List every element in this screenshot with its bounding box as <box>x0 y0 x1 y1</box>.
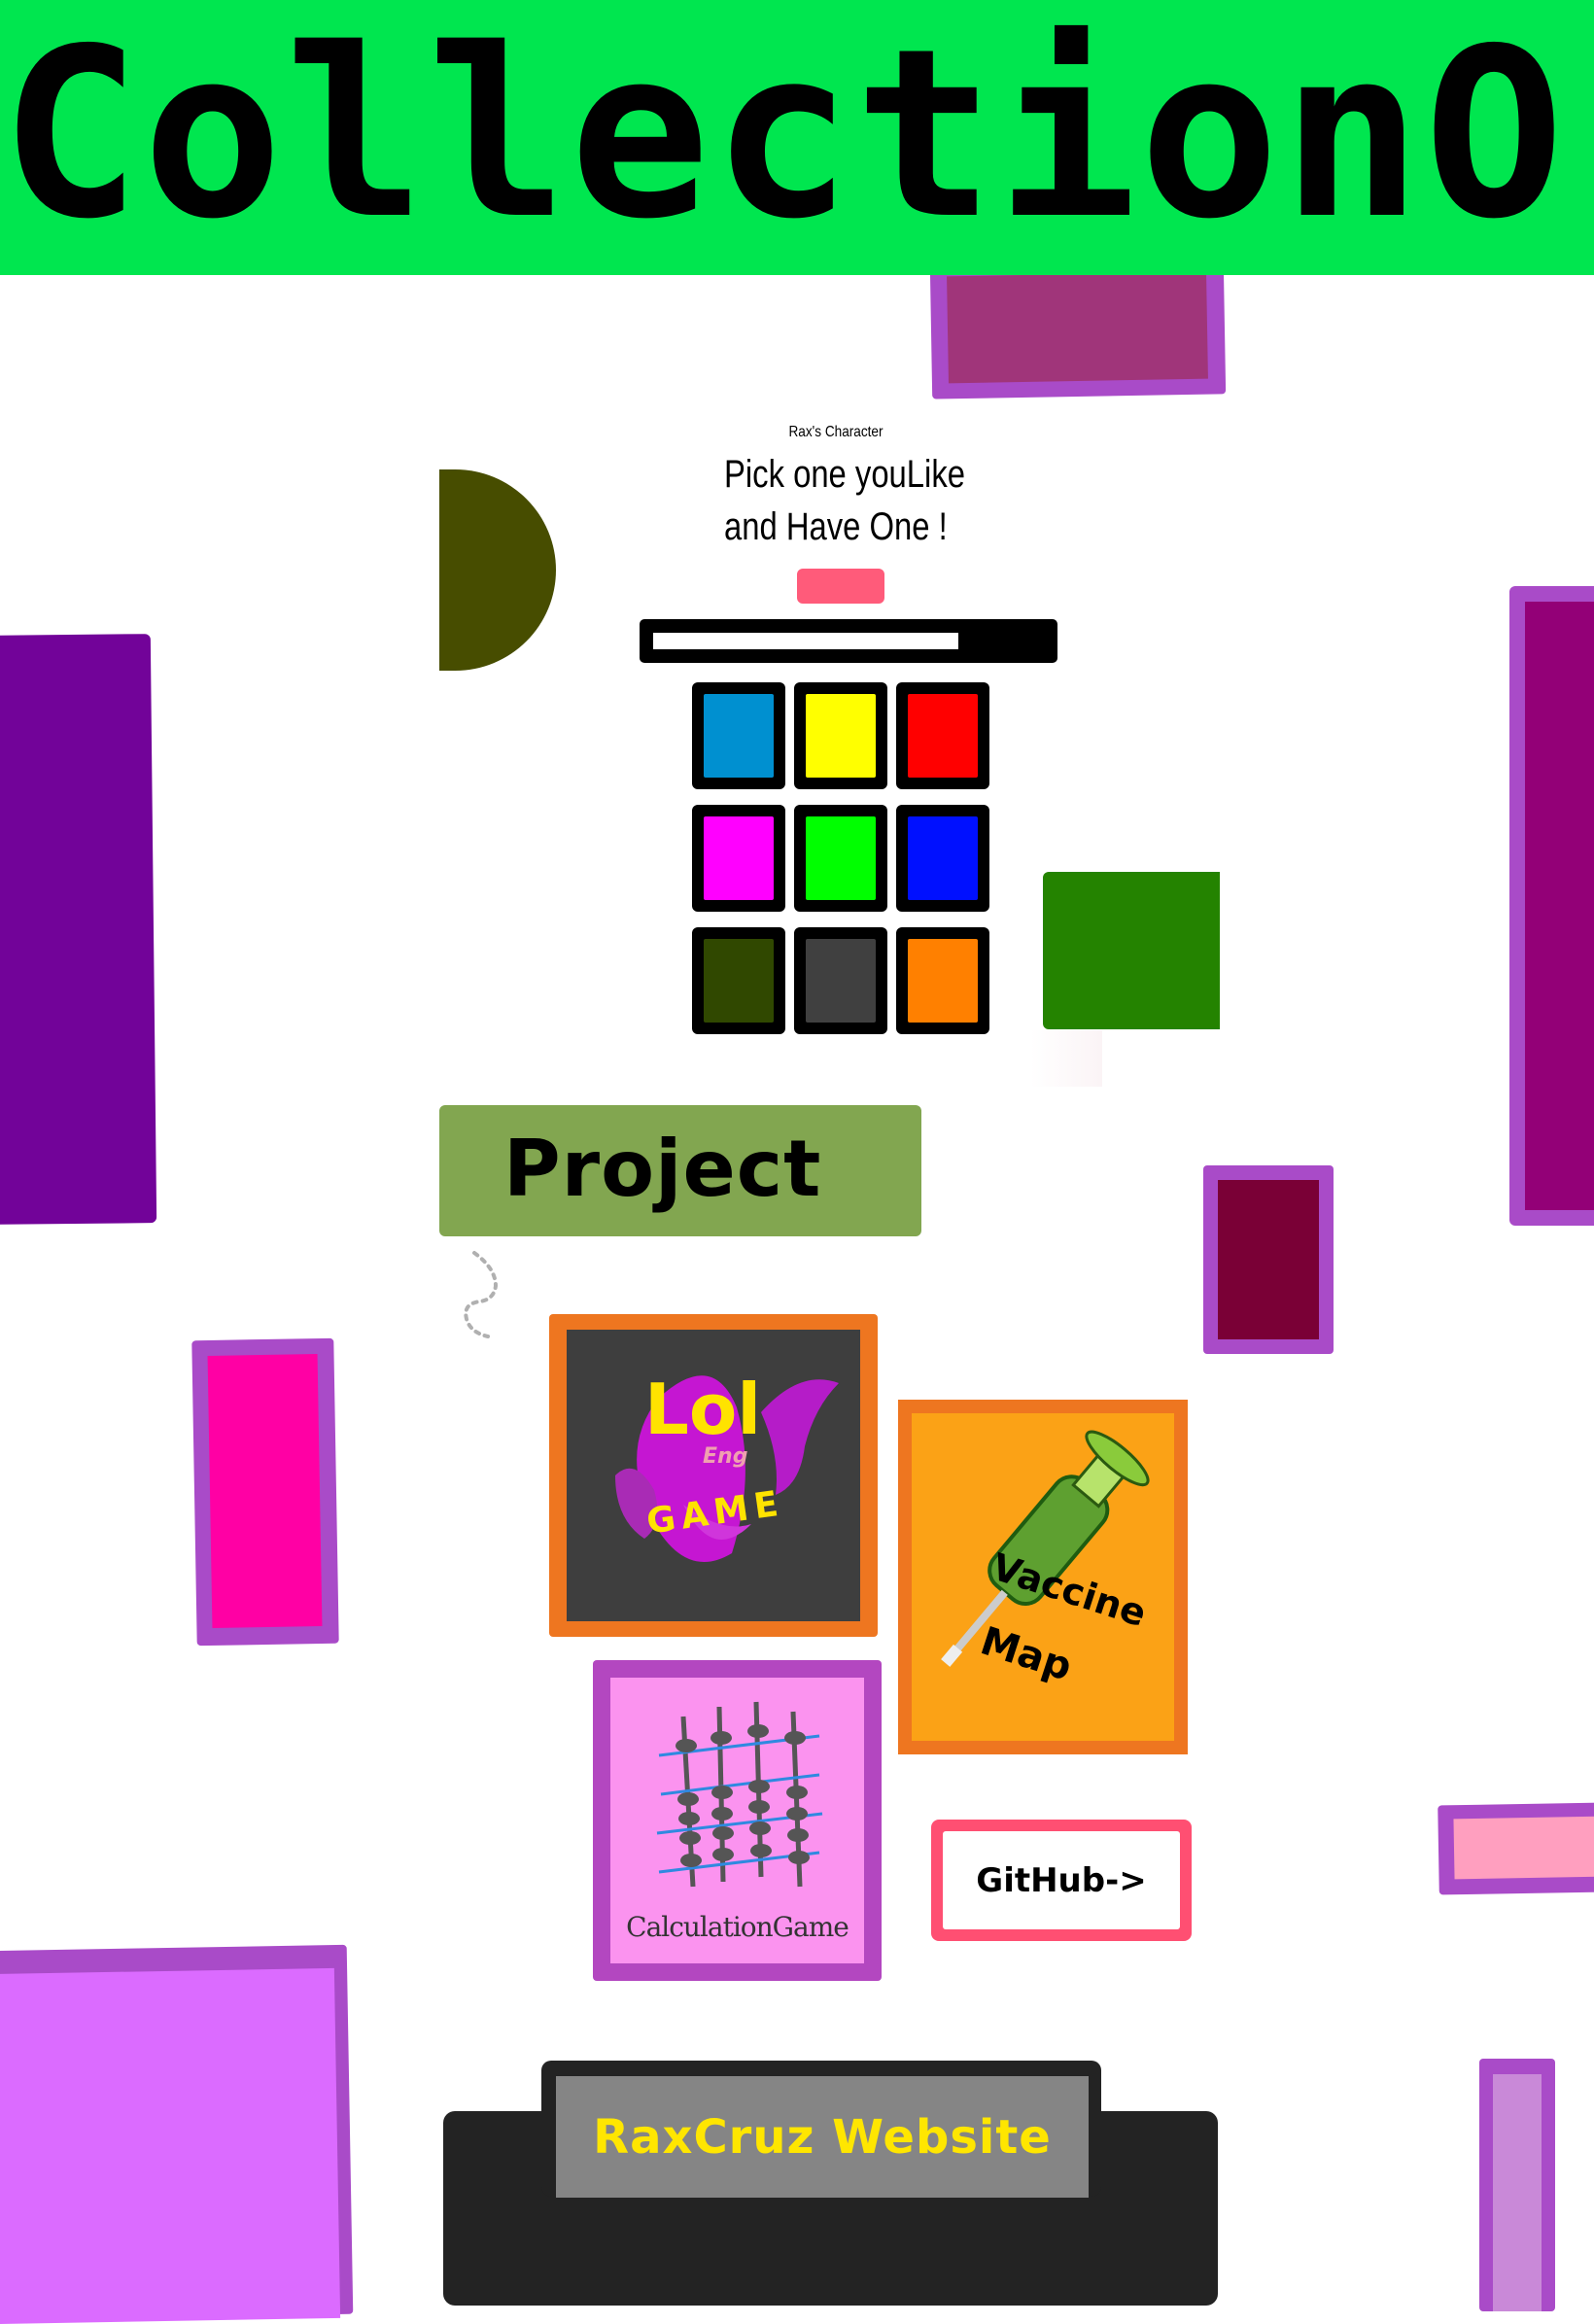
color-swatch-fill <box>908 694 978 778</box>
deco-rect-pink-left-inner <box>207 1354 323 1628</box>
color-swatch-fill <box>704 816 774 900</box>
project-card-vaccine-map[interactable]: Vaccine Map <box>898 1400 1188 1754</box>
loading-dots-icon <box>464 1251 499 1338</box>
color-swatch-deep-blue[interactable] <box>896 805 989 912</box>
color-swatch-magenta[interactable] <box>692 805 785 912</box>
color-swatch-fill <box>806 816 876 900</box>
deco-faint-fade <box>1030 1030 1102 1087</box>
header-bar: CollectionO <box>0 0 1594 275</box>
color-swatch-fill <box>908 816 978 900</box>
pick-headline-line-2: and Have One ! <box>724 505 948 548</box>
color-swatch-orange[interactable] <box>896 927 989 1034</box>
color-swatch-fill <box>806 694 876 778</box>
project-title: Project <box>503 1124 822 1214</box>
progress-bar <box>640 619 1057 663</box>
github-button[interactable]: GitHub-> <box>931 1820 1192 1941</box>
website-button[interactable]: RaxCruz Website <box>556 2076 1089 2198</box>
color-swatch-yellow[interactable] <box>794 682 887 789</box>
header-title: CollectionO <box>0 0 1567 270</box>
lol-logo-text-eng: Eng <box>703 1444 748 1469</box>
card-calc-inner: CalculationGame <box>610 1678 864 1963</box>
calc-logo-text: CalculationGame <box>626 1911 849 1943</box>
deco-green-square <box>1043 872 1220 1029</box>
github-button-inner: GitHub-> <box>943 1831 1180 1929</box>
progress-fill <box>653 633 958 649</box>
github-button-label: GitHub-> <box>976 1860 1147 1900</box>
deco-olive-half-circle <box>439 469 556 671</box>
lol-logo-text-lol: Lol <box>644 1369 762 1450</box>
deco-rect-lilac-bottom-left-inner <box>0 1967 341 2324</box>
deco-rect-lavender-bottom-right-inner <box>1493 2074 1542 2311</box>
color-swatch-fill <box>704 939 774 1023</box>
pick-action-button[interactable] <box>797 569 884 604</box>
color-swatch-dark-olive[interactable] <box>692 927 785 1034</box>
color-swatch-green[interactable] <box>794 805 887 912</box>
color-swatch-fill <box>908 939 978 1023</box>
color-swatch-fill <box>704 694 774 778</box>
project-banner: Project <box>439 1105 921 1236</box>
deco-rect-pink-right-inner <box>1453 1816 1594 1880</box>
character-label: Rax's Character <box>788 424 884 440</box>
pick-headline-line-1: Pick one youLike <box>724 453 965 496</box>
card-vaccine-inner: Vaccine Map <box>912 1413 1174 1741</box>
color-swatch-fill <box>806 939 876 1023</box>
color-swatch-blue[interactable] <box>692 682 785 789</box>
deco-rect-top-purple-inner <box>947 271 1208 384</box>
color-swatch-red[interactable] <box>896 682 989 789</box>
project-card-calculation-game[interactable]: CalculationGame <box>593 1660 882 1981</box>
deco-rect-purple-left <box>0 634 157 1225</box>
card-lol-inner: Lol Eng GAME <box>567 1330 860 1621</box>
color-swatch-dark-gray[interactable] <box>794 927 887 1034</box>
project-card-lol-eng-game[interactable]: Lol Eng GAME <box>549 1314 878 1637</box>
website-button-label: RaxCruz Website <box>593 2109 1052 2165</box>
deco-rect-magenta-right-inner <box>1525 602 1594 1210</box>
deco-rect-maroon-inner <box>1218 1180 1319 1339</box>
